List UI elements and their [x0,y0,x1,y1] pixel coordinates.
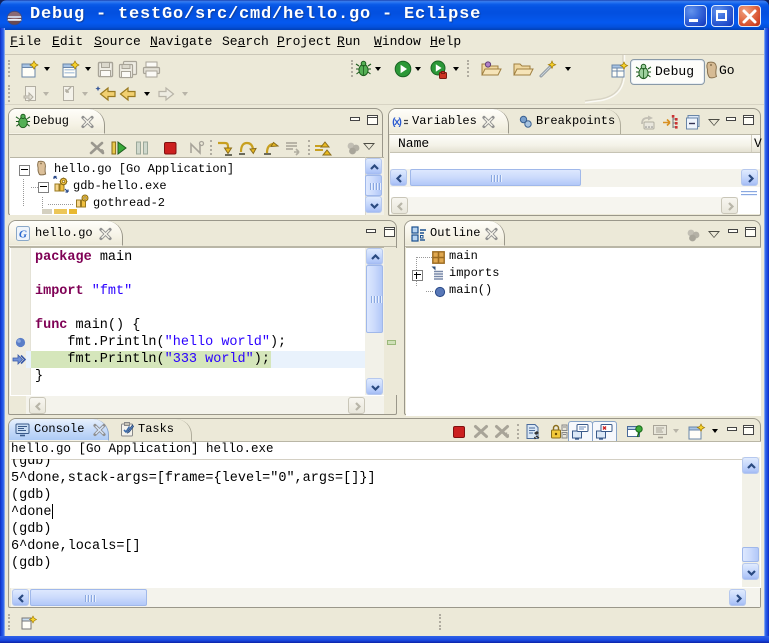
svg-text:(x): (x) [391,117,403,129]
svg-text:G: G [19,229,27,241]
